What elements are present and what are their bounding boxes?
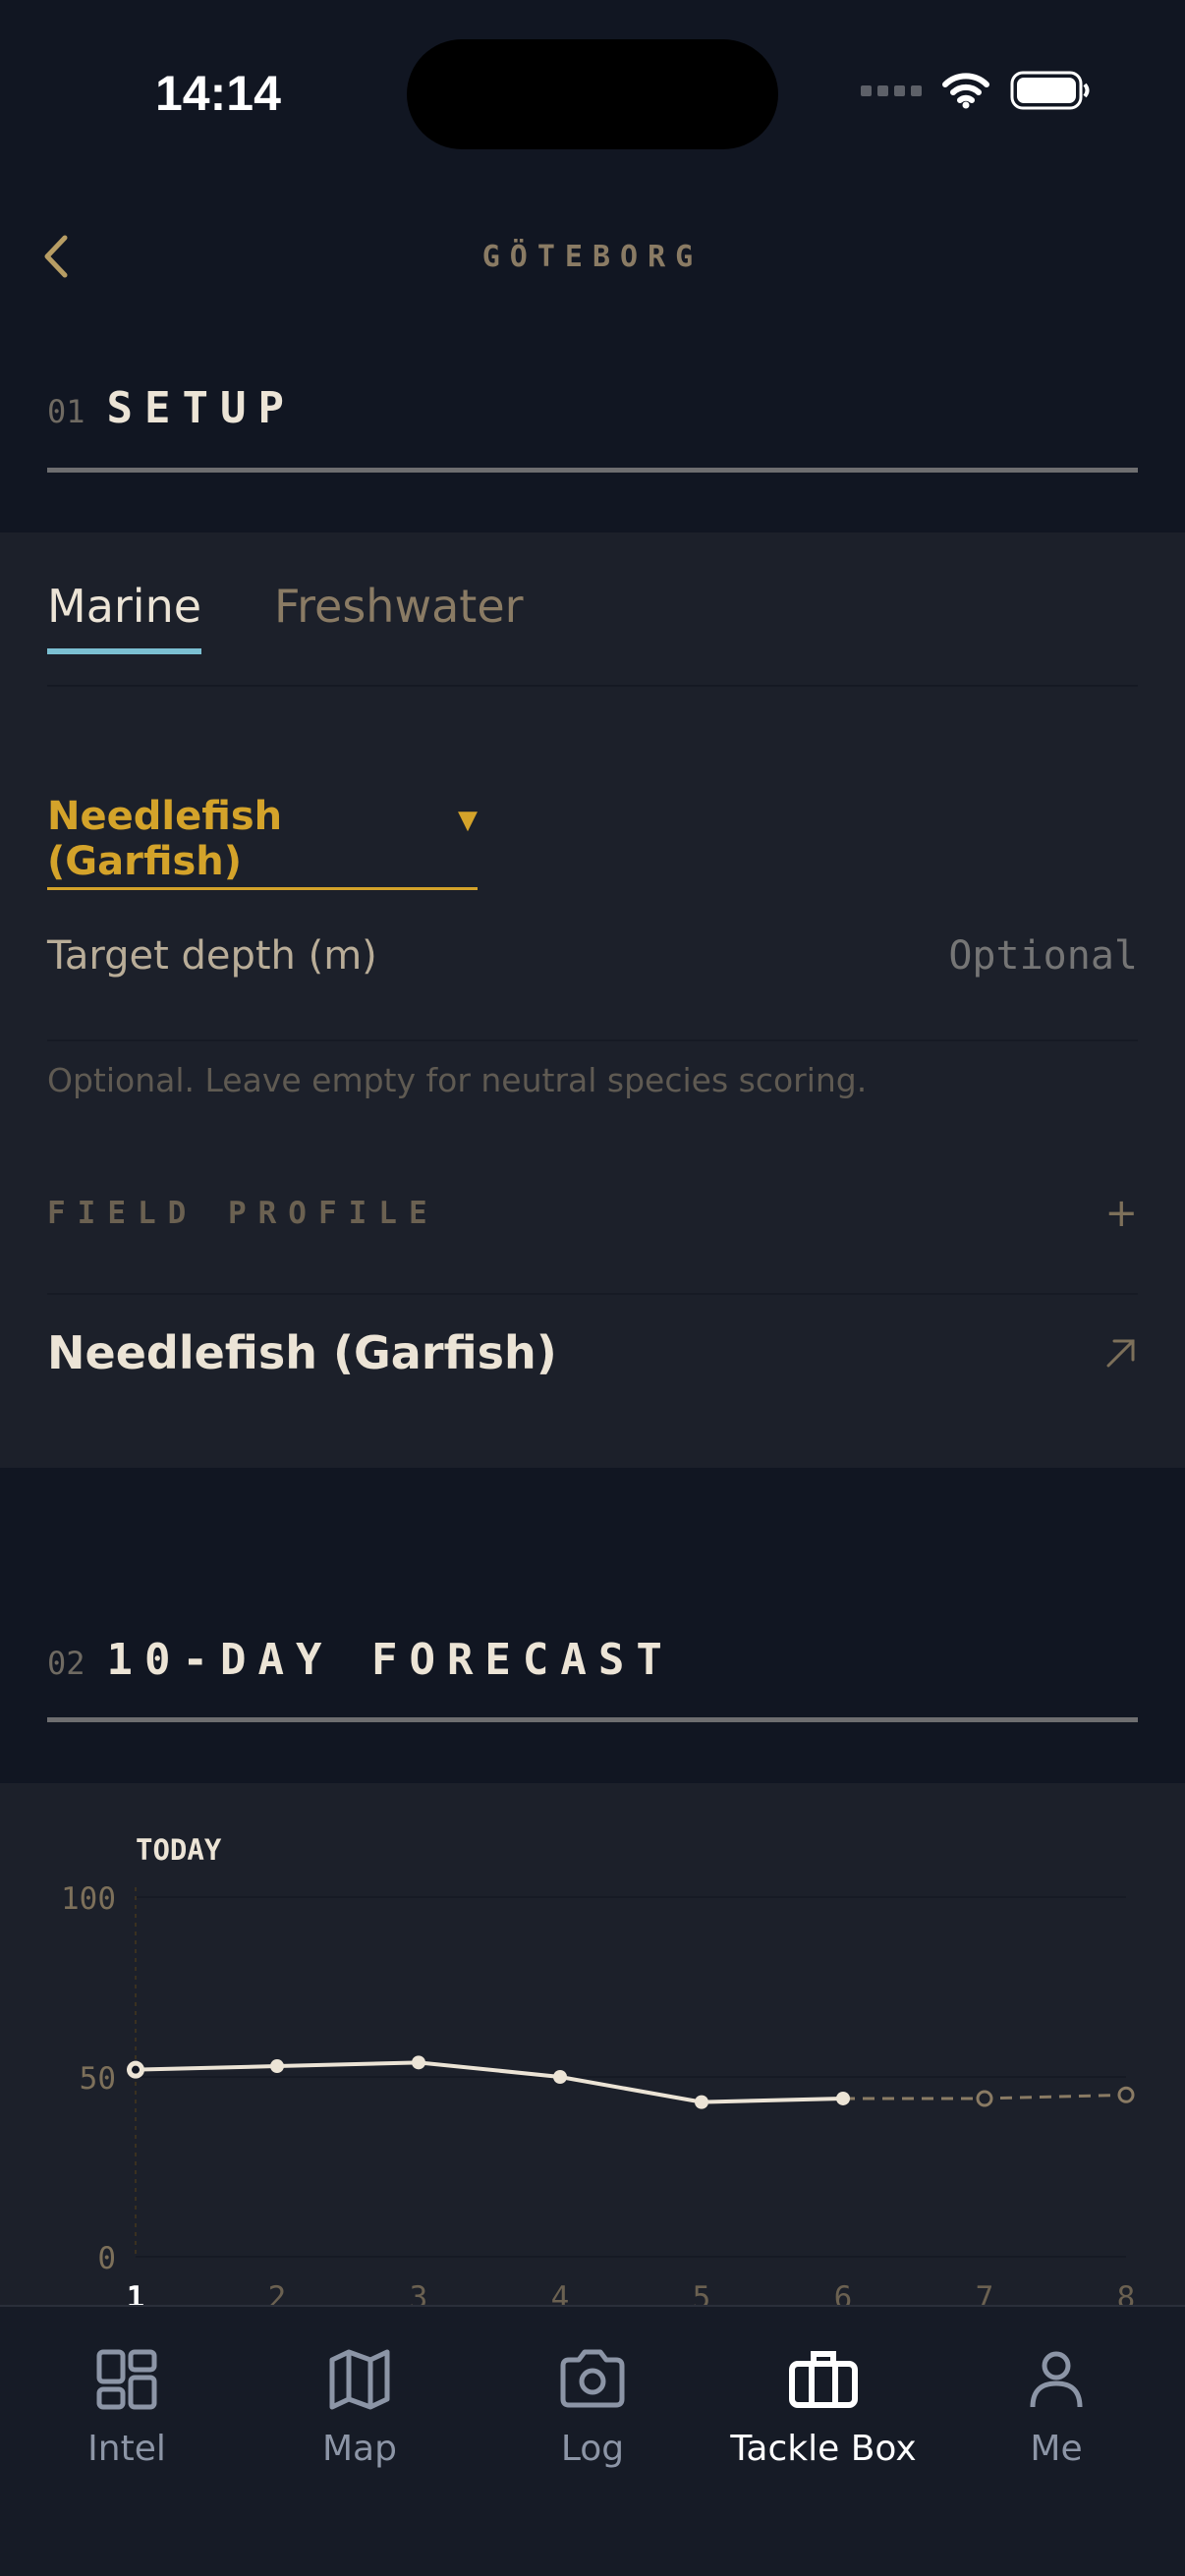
data-point — [976, 2090, 993, 2107]
series-line-observed — [135, 2060, 844, 2104]
tab-bar-label: Log — [560, 2429, 625, 2469]
target-depth-row: Target depth (m) — [47, 933, 1138, 979]
target-depth-input[interactable] — [823, 933, 1138, 979]
section-divider — [47, 468, 1138, 473]
data-point — [836, 2091, 850, 2105]
signal-icon — [861, 84, 922, 96]
depth-help-text: Optional. Leave empty for neutral specie… — [47, 1061, 868, 1099]
tab-bar: Intel Map Log Tackle Box Me — [0, 2305, 1185, 2576]
section-number: 02 — [47, 1645, 85, 1682]
data-point — [412, 2055, 425, 2070]
tab-bar-item-intel[interactable]: Intel — [28, 2344, 225, 2469]
data-point — [553, 2070, 567, 2084]
tab-marine[interactable]: Marine — [47, 580, 202, 654]
section-divider — [47, 1717, 1138, 1722]
tab-bar-label: Me — [1030, 2429, 1083, 2469]
field-profile-label: FIELD PROFILE — [47, 1196, 439, 1231]
species-selected: Needlefish (Garfish) — [47, 794, 283, 884]
water-type-tabs: Marine Freshwater — [47, 580, 524, 654]
section-title: SETUP — [106, 383, 296, 433]
caret-down-icon: ▼ — [458, 806, 478, 835]
tab-bar-label: Tackle Box — [730, 2429, 917, 2469]
y-tick-label: 50 — [80, 2061, 116, 2097]
forecast-chart[interactable]: 050100TODAY1 2 3 4 5 6 7 8 — [0, 1783, 1185, 2314]
dynamic-island — [407, 39, 778, 149]
tab-bar-item-tackle-box[interactable]: Tackle Box — [725, 2344, 922, 2469]
tab-bar-label: Map — [322, 2429, 397, 2469]
grid-icon — [96, 2349, 157, 2410]
depth-divider — [47, 1039, 1138, 1041]
arrow-up-right-icon — [1106, 1339, 1135, 1368]
field-profile-divider — [47, 1293, 1138, 1295]
data-point — [1117, 2086, 1135, 2103]
wifi-icon — [942, 73, 989, 109]
species-dropdown[interactable]: Needlefish (Garfish) ▼ — [47, 794, 478, 890]
camera-icon — [560, 2349, 625, 2408]
map-icon — [329, 2349, 390, 2410]
section-title: 10-DAY FORECAST — [106, 1635, 674, 1685]
field-profile-item[interactable]: Needlefish (Garfish) — [47, 1326, 1138, 1379]
data-point — [695, 2095, 708, 2109]
tab-freshwater[interactable]: Freshwater — [274, 580, 524, 654]
field-profile-name: Needlefish (Garfish) — [47, 1326, 557, 1379]
tab-bar-item-log[interactable]: Log — [494, 2344, 691, 2469]
y-tick-label: 100 — [61, 1881, 116, 1917]
forecast-header: 02 10-DAY FORECAST — [47, 1635, 1138, 1685]
tab-bar-item-map[interactable]: Map — [261, 2344, 458, 2469]
status-time: 14:14 — [155, 66, 281, 121]
today-label: TODAY — [136, 1833, 222, 1867]
plus-icon[interactable]: + — [1104, 1191, 1138, 1236]
target-depth-label: Target depth (m) — [47, 933, 377, 979]
tab-bar-label: Intel — [87, 2429, 166, 2469]
setup-header: 01 SETUP — [47, 383, 1138, 433]
briefcase-icon — [789, 2351, 858, 2408]
person-icon — [1030, 2351, 1083, 2408]
tabs-divider — [47, 685, 1138, 687]
y-tick-label: 0 — [97, 2241, 116, 2276]
tab-bar-item-me[interactable]: Me — [958, 2344, 1155, 2469]
data-point-center — [132, 2065, 140, 2074]
battery-icon — [1010, 71, 1090, 110]
data-point — [270, 2059, 284, 2074]
section-number: 01 — [47, 393, 85, 430]
field-profile-header: FIELD PROFILE + — [47, 1191, 1138, 1236]
page-title: GÖTEBORG — [481, 240, 704, 274]
status-icons — [861, 71, 1091, 110]
